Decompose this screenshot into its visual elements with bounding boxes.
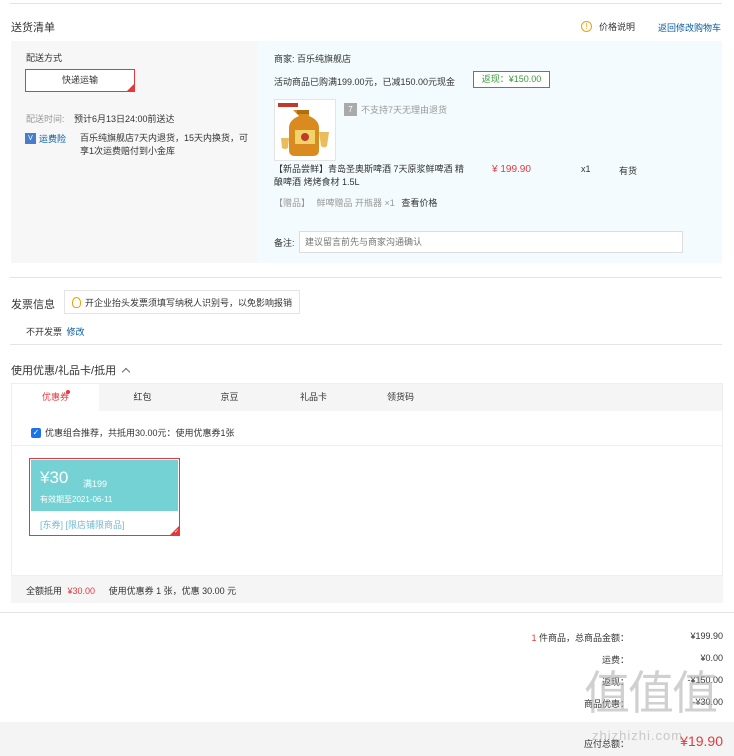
remark-input[interactable] [299, 231, 683, 253]
gift-price-link[interactable]: 查看价格 [401, 198, 437, 208]
back-to-cart-link[interactable]: 返回修改购物车 [658, 21, 721, 34]
product-image[interactable] [274, 99, 336, 161]
coupon-section-toggle[interactable]: 使用优惠/礼品卡/抵用 [11, 362, 131, 378]
recommend-divider [12, 445, 722, 446]
shop-panel: 商家: 百乐纯旗舰店 活动商品已购满199.00元，已减150.00元现金 返现… [258, 41, 722, 263]
recommend-row[interactable]: ✓ 优惠组合推荐，共抵用30.00元：使用优惠券1张 [31, 426, 235, 439]
tab-jd-beans[interactable]: 京豆 [186, 384, 273, 411]
tab-gift-card[interactable]: 礼品卡 [270, 384, 357, 411]
goods-amount: ¥199.90 [690, 631, 723, 641]
top-divider [10, 3, 722, 4]
express-delivery-option[interactable]: 快递运输 [25, 69, 135, 92]
remark-label: 备注: [274, 238, 295, 248]
gift-row: 【赠品】 鲜啤赠品 开瓶器 ×1 查看价格 [274, 196, 437, 209]
divider-coupon [10, 344, 722, 345]
product-stock: 有货 [619, 166, 638, 176]
invoice-row: 不开发票 修改 [26, 325, 85, 338]
invoice-edit-link[interactable]: 修改 [67, 327, 85, 337]
invoice-tip: 开企业抬头发票须填写纳税人识别号，以免影响报销 [64, 290, 301, 314]
delivery-time-value: 预计6月13日24:00前送达 [74, 114, 175, 124]
freight-insurance-text: 百乐纯旗舰店7天内退货，15天内换货，可享1次运费赔付到小金库 [80, 133, 249, 156]
no-return-icon: 7 [344, 103, 357, 116]
freight-amount: ¥0.00 [700, 653, 723, 663]
promo-text: 活动商品已购满199.00元，已减150.00元现金 [274, 77, 456, 87]
rebate-badge: 返现：¥150.00 [473, 71, 550, 88]
shield-icon: V [25, 133, 36, 144]
coupon-tags: [东券] [限店铺限商品] [40, 518, 125, 531]
delivery-panel: 配送方式 快递运输 配送时间: 预计6月13日24:00前送达 V 运费险 百乐… [11, 41, 258, 263]
freight-label: 运费： [601, 655, 629, 665]
divider-invoice [10, 277, 722, 278]
coupon-expiry: 有效期至2021-06-11 [40, 495, 113, 504]
coupon-tag-type: [东券] [40, 520, 64, 530]
delivery-method-label: 配送方式 [26, 53, 63, 63]
merchant-row: 商家: 百乐纯旗舰店 [274, 54, 352, 64]
price-note-link[interactable]: ! 价格说明 [581, 20, 635, 33]
section-title-invoice: 发票信息 [11, 299, 55, 311]
coupon-summary-amount: ¥30.00 [67, 586, 96, 596]
coupon-amount: ¥30 [40, 468, 69, 487]
gift-name: 鲜啤赠品 开瓶器 ×1 [316, 198, 395, 208]
lightbulb-icon [72, 296, 81, 308]
product-title[interactable]: 【新品尝鲜】青岛圣奥斯啤酒 7天原浆鲜啤酒 精酿啤酒 烤烤食材 1.5L [274, 163, 464, 189]
chevron-up-icon [121, 367, 131, 376]
product-qty: x1 [581, 164, 591, 174]
freight-insurance-badge[interactable]: V 运费险 [25, 132, 66, 145]
selected-corner-icon [127, 84, 134, 91]
coupon-summary-bar: 全额抵用 ¥30.00 使用优惠券 1 张，优惠 30.00 元 [11, 576, 723, 603]
no-return-notice: 7 不支持7天无理由退货 [344, 103, 447, 116]
totals-divider [0, 612, 734, 613]
coupon-condition: 满199 [83, 479, 108, 489]
goods-count-row: 1 件商品，总商品金额： [531, 633, 629, 643]
coupon-summary: 全额抵用 ¥30.00 使用优惠券 1 张，优惠 30.00 元 [26, 586, 237, 596]
product-price: ¥ 199.90 [492, 164, 531, 175]
gift-tag: 【赠品】 [274, 198, 311, 208]
coupon-panel: 优惠券 红包 京豆 礼品卡 领货码 ✓ 优惠组合推荐，共抵用30.00元：使用优… [11, 383, 723, 576]
watermark-logo: 值值值 [584, 667, 718, 719]
coupon-tag-scope: [限店铺限商品] [65, 520, 125, 530]
recommend-checkbox[interactable]: ✓ [31, 427, 41, 438]
merchant-name[interactable]: 百乐纯旗舰店 [297, 54, 351, 64]
check-icon: ✓ [173, 529, 179, 535]
coupon-card[interactable]: ¥30 满199 有效期至2021-06-11 [东券] [限店铺限商品] ✓ [29, 458, 180, 536]
invoice-value: 不开发票 [26, 327, 63, 337]
tab-red-packet[interactable]: 红包 [99, 384, 186, 411]
tab-redeem-code[interactable]: 领货码 [357, 384, 444, 411]
watermark-url: zhizhizhi.com [592, 728, 684, 743]
info-icon: ! [581, 21, 592, 32]
new-dot-icon [66, 390, 70, 394]
coupon-summary-detail: 使用优惠券 1 张，优惠 30.00 元 [108, 586, 237, 596]
section-title-delivery: 送货清单 [11, 22, 55, 34]
tab-coupon[interactable]: 优惠券 [12, 384, 99, 412]
beer-bottle-icon [278, 103, 329, 156]
delivery-time-label: 配送时间: [26, 114, 65, 124]
